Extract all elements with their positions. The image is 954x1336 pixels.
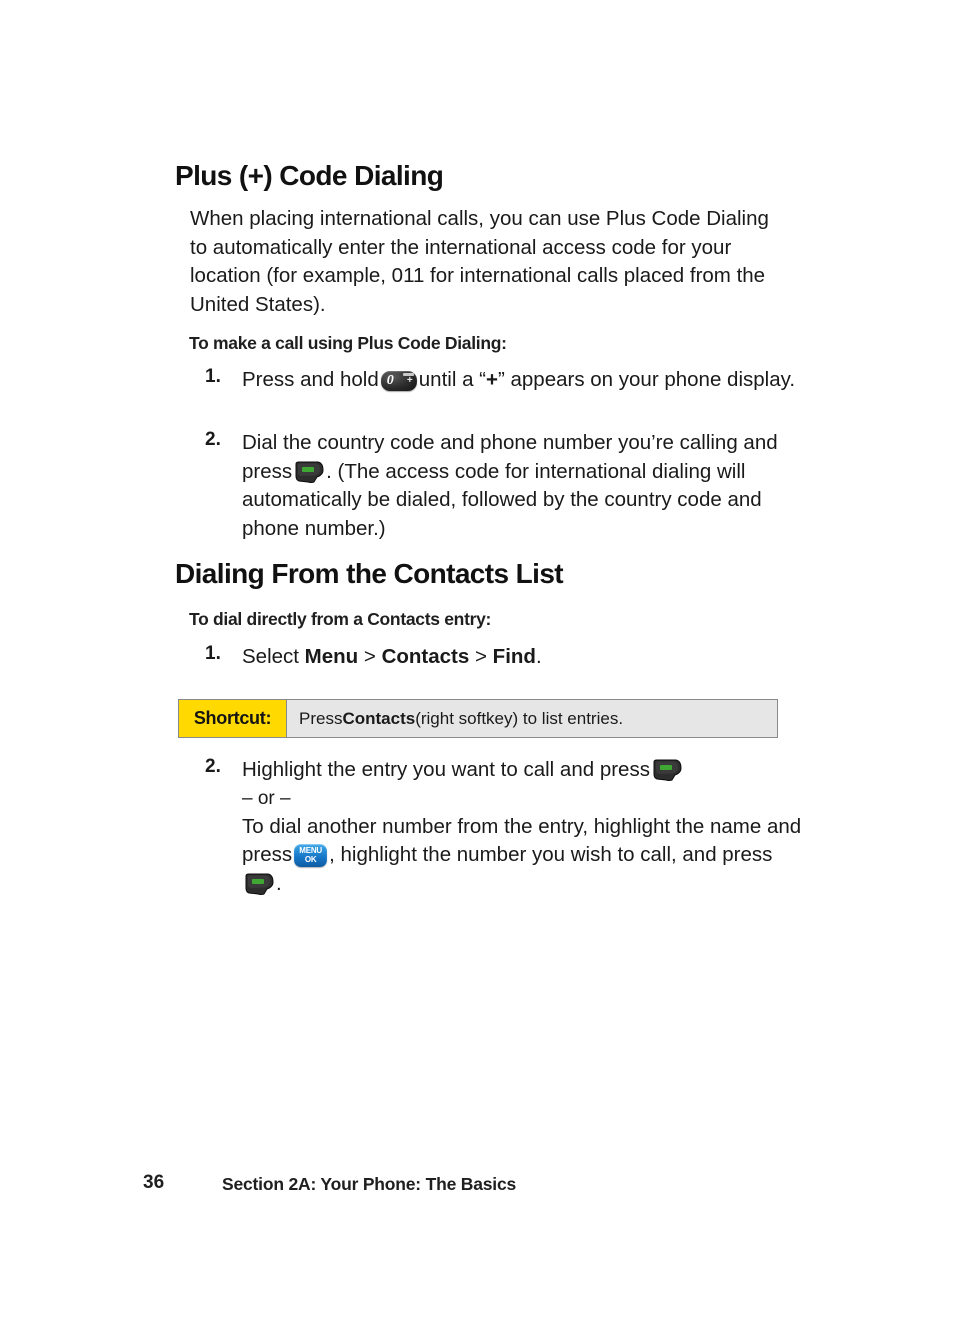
document-page: Plus (+) Code Dialing When placing inter…: [0, 0, 954, 1336]
subheading-dial-directly: To dial directly from a Contacts entry:: [189, 609, 492, 629]
page-title-dialing-from-contacts: Dialing From the Contacts List: [175, 558, 564, 589]
list-item-number: 2.: [205, 756, 221, 777]
list-item-text: Press and hold 0 + until a “+” appears on y…: [242, 366, 805, 395]
zero-key-plus: +: [406, 375, 413, 386]
menu-key-line1: MENU: [299, 846, 323, 855]
separator-1: >: [358, 645, 382, 668]
list-item: 1. Press and hold 0 + until a “+” appears o…: [205, 366, 805, 395]
step-text-before: Press and hold: [242, 368, 379, 391]
step-suffix: .: [535, 645, 542, 668]
zero-plus-key-icon: 0 +: [380, 371, 417, 391]
step-line1-before: Highlight the entry you want to call and…: [242, 758, 650, 781]
list-item: 1. Select Menu > Contacts > Find.: [205, 643, 805, 672]
step-text-after: ” appears on your phone display.: [497, 368, 796, 391]
or-separator: – or –: [242, 787, 291, 809]
step-text-quote-open: until a “: [418, 368, 486, 391]
footer-section-title: Section 2A: Your Phone: The Basics: [222, 1174, 517, 1194]
step-line2-after: .: [276, 871, 282, 895]
list-item-text: Dial the country code and phone number y…: [242, 429, 805, 543]
subheading-make-a-call: To make a call using Plus Code Dialing:: [189, 333, 507, 353]
shortcut-bold-term: Contacts: [342, 708, 416, 728]
list-item-number: 1.: [205, 366, 221, 387]
menu-term: Menu: [304, 645, 359, 668]
step-line2-middle: , highlight the number you wish to call,…: [329, 843, 773, 866]
list-item-text: Highlight the entry you want to call and…: [242, 756, 805, 898]
find-term: Find: [492, 645, 536, 668]
talk-key-icon: [244, 873, 274, 895]
talk-key-icon: [294, 461, 324, 483]
shortcut-callout-box: Shortcut: Press Contacts (right softkey)…: [178, 699, 778, 738]
list-item-number: 2.: [205, 429, 221, 450]
shortcut-label: Shortcut:: [179, 700, 287, 737]
shortcut-text-after: (right softkey) to list entries.: [415, 708, 624, 728]
plus-symbol-bold: +: [486, 368, 498, 391]
separator-2: >: [469, 645, 493, 668]
menu-ok-key-icon: MENU OK: [294, 844, 328, 867]
list-item: 2. Dial the country code and phone numbe…: [205, 429, 805, 543]
page-title-plus-code-dialing: Plus (+) Code Dialing: [175, 160, 444, 191]
intro-paragraph: When placing international calls, you ca…: [190, 207, 769, 316]
list-item-text: Select Menu > Contacts > Find.: [242, 643, 805, 672]
step-prefix: Select: [242, 645, 305, 668]
list-item-number: 1.: [205, 643, 221, 664]
shortcut-text-before: Press: [299, 708, 343, 728]
zero-key-digit: 0: [386, 373, 394, 388]
list-item: 2. Highlight the entry you want to call …: [205, 756, 805, 898]
talk-key-icon: [652, 759, 682, 781]
menu-key-line2: OK: [304, 855, 317, 864]
shortcut-body: Press Contacts (right softkey) to list e…: [287, 700, 777, 737]
footer-page-number: 36: [143, 1172, 165, 1193]
contacts-term: Contacts: [381, 645, 470, 668]
